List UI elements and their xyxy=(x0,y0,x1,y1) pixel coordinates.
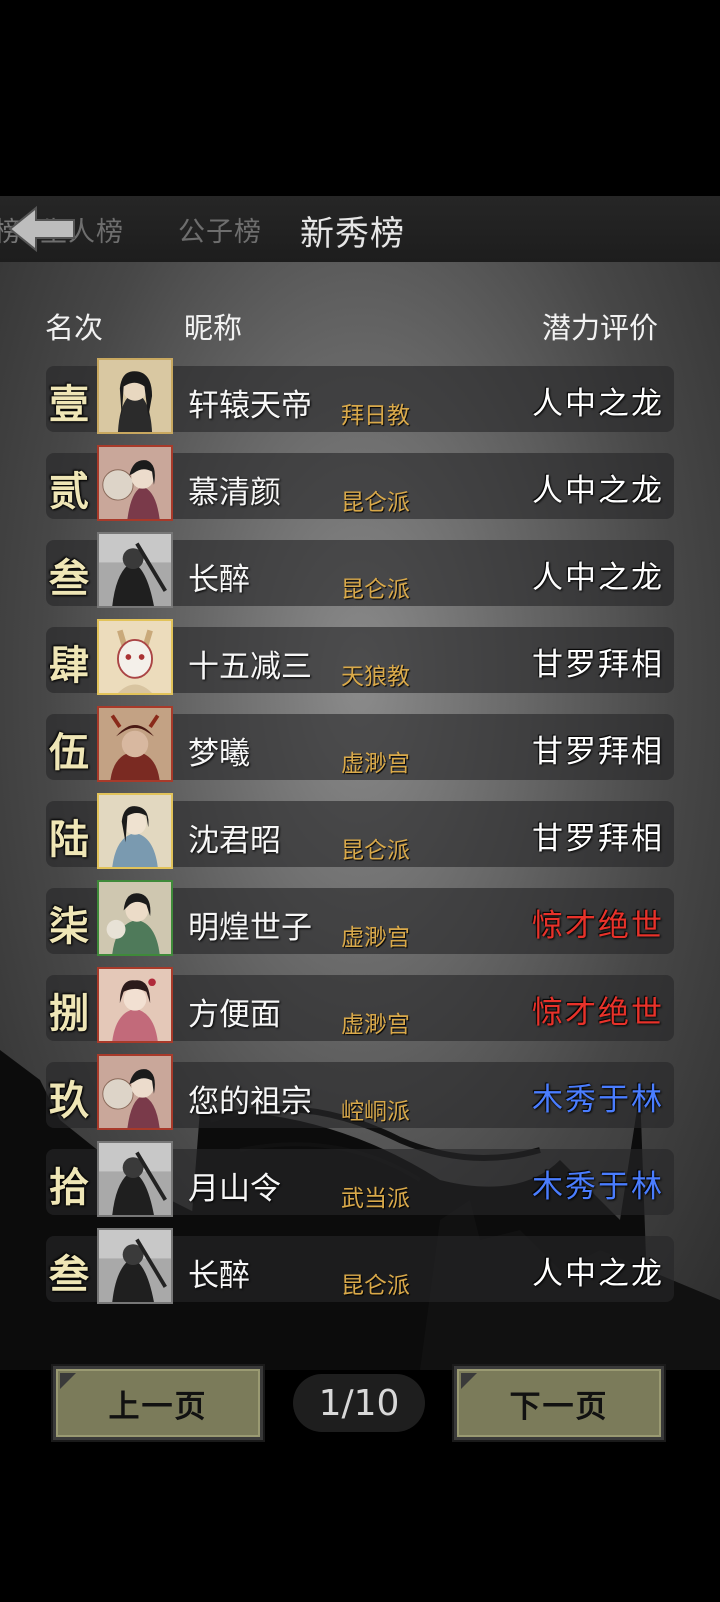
grey-swordsman-avatar xyxy=(99,534,171,606)
player-avatar[interactable] xyxy=(97,1228,173,1304)
previous-page-button[interactable]: 上一页 xyxy=(53,1366,263,1440)
potential-rating: 人中之龙 xyxy=(532,1256,664,1292)
armored-warrior-avatar xyxy=(99,708,171,780)
rank-numeral: 壹 xyxy=(49,381,89,428)
green-robe-avatar xyxy=(99,882,171,954)
player-avatar[interactable] xyxy=(97,880,173,956)
header-potential: 潜力评价 xyxy=(542,311,659,345)
player-sect: 昆仑派 xyxy=(341,838,410,864)
rank-numeral: 玖 xyxy=(49,1077,89,1124)
player-nickname: 慕清颜 xyxy=(188,475,281,511)
player-sect: 虚渺宫 xyxy=(341,1012,410,1038)
tab-gongzi-bang[interactable]: 公子榜 xyxy=(178,210,262,249)
player-sect: 天狼教 xyxy=(341,664,410,690)
player-avatar[interactable] xyxy=(97,619,173,695)
pink-maiden-avatar xyxy=(99,969,171,1041)
player-sect: 武当派 xyxy=(341,1186,410,1212)
header-rank: 名次 xyxy=(45,311,104,345)
female-fan-avatar xyxy=(99,1056,171,1128)
potential-rating: 木秀于林 xyxy=(532,1082,664,1118)
next-page-button[interactable]: 下一页 xyxy=(454,1366,664,1440)
potential-rating: 甘罗拜相 xyxy=(532,821,664,857)
player-avatar[interactable] xyxy=(97,967,173,1043)
rank-numeral: 叁 xyxy=(49,1251,89,1298)
potential-rating: 惊才绝世 xyxy=(532,908,664,944)
player-nickname: 十五减三 xyxy=(188,649,312,685)
player-nickname: 您的祖宗 xyxy=(188,1084,312,1120)
leaderboard-screen: 榜 生人榜 公子榜 新秀榜 名次 昵称 潜力评价 壹轩辕天帝 拜日教 人中之龙贰慕清… xyxy=(0,0,720,1602)
player-avatar[interactable] xyxy=(97,532,173,608)
player-sect: 虚渺宫 xyxy=(341,925,410,951)
player-nickname: 方便面 xyxy=(188,997,281,1033)
player-avatar[interactable] xyxy=(97,706,173,782)
player-nickname: 明煌世子 xyxy=(188,910,312,946)
player-nickname: 月山令 xyxy=(188,1171,281,1207)
grey-swordsman-avatar xyxy=(99,1230,171,1302)
page-indicator: 1/10 xyxy=(293,1374,425,1432)
potential-rating: 甘罗拜相 xyxy=(532,647,664,683)
rank-numeral: 柒 xyxy=(49,903,89,950)
grey-swordsman-avatar xyxy=(99,1143,171,1215)
player-avatar[interactable] xyxy=(97,1141,173,1217)
rank-numeral: 捌 xyxy=(49,990,89,1037)
rank-numeral: 叁 xyxy=(49,555,89,602)
player-nickname: 沈君昭 xyxy=(188,823,281,859)
rank-numeral: 肆 xyxy=(49,642,89,689)
player-sect: 昆仑派 xyxy=(341,577,410,603)
rank-numeral: 拾 xyxy=(49,1164,89,1211)
player-sect: 拜日教 xyxy=(341,403,410,429)
potential-rating: 人中之龙 xyxy=(532,386,664,422)
rank-numeral: 陆 xyxy=(49,816,89,863)
player-sect: 虚渺宫 xyxy=(341,751,410,777)
female-fan-avatar xyxy=(99,447,171,519)
rank-numeral: 贰 xyxy=(49,468,89,515)
player-nickname: 长醉 xyxy=(188,562,250,598)
player-avatar[interactable] xyxy=(97,358,173,434)
potential-rating: 人中之龙 xyxy=(532,473,664,509)
header-nickname: 昵称 xyxy=(184,311,243,345)
potential-rating: 甘罗拜相 xyxy=(532,734,664,770)
player-avatar[interactable] xyxy=(97,445,173,521)
potential-rating: 人中之龙 xyxy=(532,560,664,596)
player-sect: 昆仑派 xyxy=(341,1273,410,1299)
female-swordsman-avatar xyxy=(99,360,171,432)
potential-rating: 惊才绝世 xyxy=(532,995,664,1031)
rank-numeral: 伍 xyxy=(49,729,89,776)
back-arrow-icon[interactable] xyxy=(6,204,78,254)
tab-xinxiu-bang[interactable]: 新秀榜 xyxy=(300,206,405,255)
potential-rating: 木秀于林 xyxy=(532,1169,664,1205)
player-avatar[interactable] xyxy=(97,1054,173,1130)
player-avatar[interactable] xyxy=(97,793,173,869)
player-sect: 昆仑派 xyxy=(341,490,410,516)
player-nickname: 梦曦 xyxy=(188,736,250,772)
player-nickname: 轩辕天帝 xyxy=(188,388,312,424)
masked-fox-avatar xyxy=(99,621,171,693)
scholar-avatar xyxy=(99,795,171,867)
player-sect: 崆峒派 xyxy=(341,1099,410,1125)
player-nickname: 长醉 xyxy=(188,1258,250,1294)
